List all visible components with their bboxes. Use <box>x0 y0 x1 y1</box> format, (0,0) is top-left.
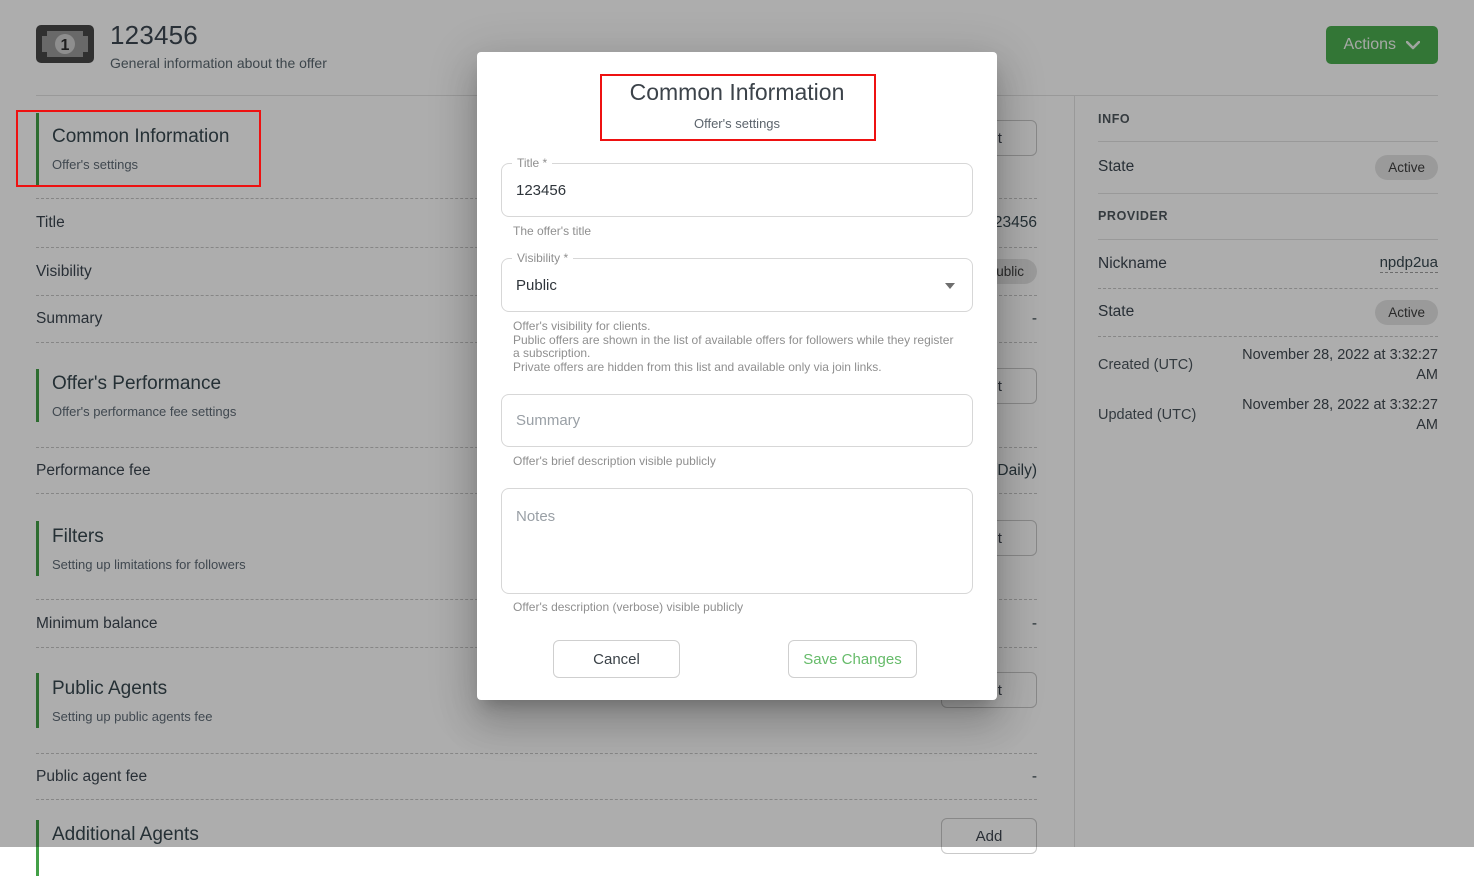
notes-textarea[interactable] <box>502 489 972 593</box>
common-information-dialog: Common Information Offer's settings Titl… <box>477 52 997 700</box>
visibility-helper-line: Private offers are hidden from this list… <box>513 361 961 375</box>
title-input[interactable] <box>502 164 972 216</box>
visibility-selected-value: Public <box>516 259 557 311</box>
visibility-helper-text: Offer's visibility for clients. Public o… <box>513 320 961 374</box>
summary-field <box>501 394 973 447</box>
notes-helper-text: Offer's description (verbose) visible pu… <box>513 601 961 615</box>
visibility-helper-line: Public offers are shown in the list of a… <box>513 334 961 361</box>
visibility-select[interactable]: Visibility * Public <box>501 258 973 312</box>
notes-field <box>501 488 973 594</box>
save-changes-button[interactable]: Save Changes <box>788 640 917 678</box>
annotation-box-section-header <box>16 110 261 187</box>
cancel-button[interactable]: Cancel <box>553 640 680 678</box>
title-field: Title * <box>501 163 973 217</box>
visibility-helper-line: Offer's visibility for clients. <box>513 320 961 334</box>
annotation-box-dialog-title <box>600 74 876 141</box>
title-helper-text: The offer's title <box>513 225 961 239</box>
caret-down-icon <box>945 283 955 289</box>
summary-input[interactable] <box>502 395 972 446</box>
summary-helper-text: Offer's brief description visible public… <box>513 455 961 469</box>
